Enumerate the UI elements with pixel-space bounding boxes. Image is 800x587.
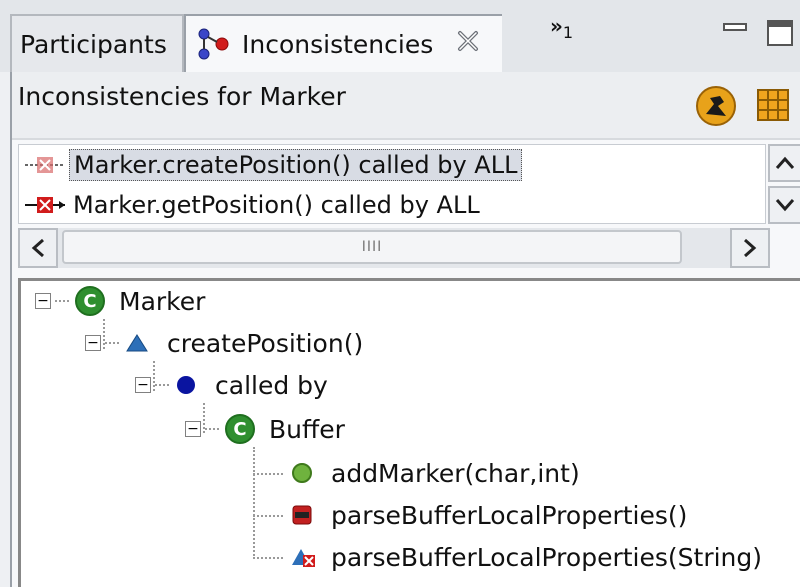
filter-icon[interactable] (694, 84, 738, 132)
list-item[interactable]: Marker.createPosition() called by ALL (19, 145, 767, 185)
collapse-icon[interactable]: − (35, 293, 51, 309)
protected-method-error-icon (291, 546, 317, 568)
tab-participants-label: Participants (20, 29, 167, 59)
tab-inconsistencies[interactable]: Inconsistencies (184, 14, 502, 72)
maximize-icon[interactable] (766, 18, 794, 52)
tree-connector (105, 342, 119, 344)
tree-node-label: createPosition() (167, 328, 364, 358)
collapse-icon[interactable]: − (135, 377, 151, 393)
tree-node-label: Marker (119, 286, 206, 316)
public-method-icon (291, 462, 313, 484)
tree-node-buffer[interactable]: − C Buffer (185, 411, 345, 447)
tab-inconsistencies-label: Inconsistencies (242, 29, 434, 59)
scroll-down-button[interactable] (768, 186, 800, 224)
call-tree: − C Marker − createPosition() − called b… (18, 278, 800, 587)
tree-connector (55, 300, 69, 302)
tree-connector (253, 473, 283, 475)
grip-icon: IIII (361, 239, 383, 255)
list-item-label: Marker.getPosition() called by ALL (73, 191, 480, 219)
tree-node-label: addMarker(char,int) (331, 458, 580, 488)
chevron-down-icon (775, 199, 795, 212)
tree-node-method[interactable]: − createPosition() (85, 325, 363, 361)
scroll-up-button[interactable] (768, 144, 800, 182)
scroll-thumb[interactable]: IIII (62, 230, 682, 264)
tree-node-relation[interactable]: − called by (135, 367, 328, 403)
close-icon[interactable] (455, 28, 481, 60)
minimize-icon[interactable] (722, 18, 748, 42)
inconsistencies-view: Inconsistencies for Marker Marker.create… (10, 72, 800, 587)
chevron-right-icon (744, 238, 757, 258)
relation-dot-icon (175, 374, 197, 396)
error-marker-icon (25, 194, 65, 216)
inconsistency-graph-icon (194, 25, 232, 63)
tree-node-caller[interactable]: addMarker(char,int) (285, 455, 580, 491)
view-header: Inconsistencies for Marker (12, 72, 800, 140)
tree-node-marker[interactable]: − C Marker (35, 283, 205, 319)
tree-node-caller[interactable]: parseBufferLocalProperties(String) (285, 539, 762, 575)
class-icon: C (75, 286, 105, 316)
tree-connector (253, 447, 255, 559)
private-method-icon (291, 504, 313, 526)
grid-icon[interactable] (756, 88, 790, 126)
class-icon: C (225, 414, 255, 444)
tree-node-label: Buffer (269, 414, 345, 444)
tree-connector (155, 384, 169, 386)
overflow-count: 1 (562, 23, 574, 42)
view-title: Inconsistencies for Marker (18, 82, 346, 111)
view-tab-bar: Participants Inconsistencies »1 (0, 0, 800, 72)
inconsistency-list: Marker.createPosition() called by ALL Ma… (18, 144, 766, 224)
tab-participants[interactable]: Participants (10, 14, 184, 72)
list-horizontal-scrollbar[interactable]: IIII (18, 228, 770, 268)
tree-node-label: parseBufferLocalProperties(String) (331, 542, 763, 572)
tree-connector (205, 428, 219, 430)
overflow-symbol: » (550, 14, 563, 38)
tree-node-label: called by (215, 370, 328, 400)
list-item-label: Marker.createPosition() called by ALL (69, 149, 523, 181)
list-vertical-scrollbar[interactable] (768, 144, 800, 224)
collapse-icon[interactable]: − (185, 421, 201, 437)
scroll-right-button[interactable] (730, 228, 770, 268)
scroll-left-button[interactable] (18, 228, 58, 268)
list-item[interactable]: Marker.getPosition() called by ALL (19, 185, 767, 225)
chevron-up-icon (775, 156, 795, 169)
error-marker-icon (25, 154, 65, 176)
chevron-left-icon (31, 238, 44, 258)
method-triangle-icon (125, 333, 149, 353)
tree-connector (253, 557, 283, 559)
tab-overflow-button[interactable]: »1 (550, 14, 573, 42)
tree-node-caller[interactable]: parseBufferLocalProperties() (285, 497, 687, 533)
collapse-icon[interactable]: − (85, 335, 101, 351)
tree-node-label: parseBufferLocalProperties() (331, 500, 688, 530)
tree-connector (253, 515, 283, 517)
